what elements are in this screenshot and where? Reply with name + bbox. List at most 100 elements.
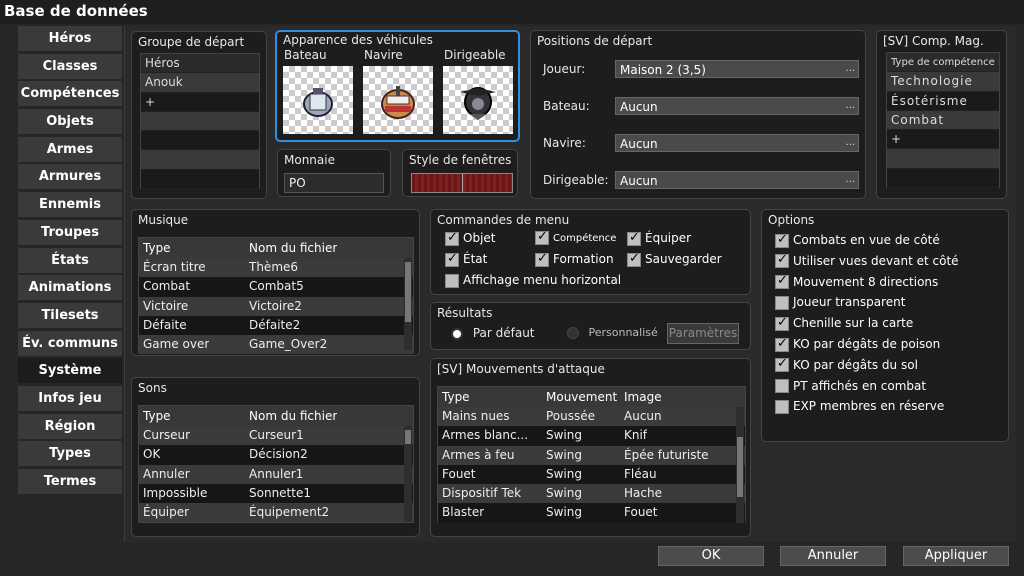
scrollbar-thumb[interactable] bbox=[405, 262, 411, 322]
table-row[interactable]: Défaite Défaite2 bbox=[139, 315, 413, 336]
option-checkbox[interactable]: Joueur transparent bbox=[775, 295, 905, 310]
scrollbar-thumb[interactable] bbox=[405, 430, 411, 444]
checkbox-checked-icon[interactable] bbox=[775, 273, 789, 290]
menu-command-option[interactable]: Sauvegarder bbox=[627, 251, 722, 267]
checkbox-checked-icon[interactable] bbox=[627, 251, 641, 267]
magic-skills-list[interactable]: Type de compétence Technologie Ésotérism… bbox=[886, 52, 1000, 189]
window-color-swatch[interactable] bbox=[411, 173, 513, 193]
checkbox-checked-icon[interactable] bbox=[535, 251, 549, 267]
party-empty-row[interactable] bbox=[141, 131, 259, 151]
party-empty-row[interactable] bbox=[141, 150, 259, 170]
skill-type-item[interactable]: Ésotérisme bbox=[887, 92, 999, 111]
checkbox-unchecked-icon[interactable] bbox=[445, 273, 459, 288]
table-row[interactable]: Fouet Swing Fléau bbox=[438, 464, 745, 485]
scrollbar[interactable] bbox=[404, 258, 412, 350]
table-row[interactable]: Annuler Annuler1 bbox=[139, 464, 413, 484]
party-empty-row[interactable] bbox=[141, 111, 259, 132]
starting-party-list[interactable]: Héros Anouk + bbox=[140, 53, 260, 190]
menu-command-option[interactable]: Équiper bbox=[627, 230, 691, 246]
checkbox-unchecked-icon[interactable] bbox=[775, 399, 789, 414]
start-position-dropdown[interactable]: Aucun... bbox=[615, 134, 859, 152]
skill-type-item[interactable]: Technologie bbox=[887, 72, 999, 92]
party-member[interactable]: Anouk bbox=[141, 73, 259, 93]
table-row[interactable]: Dispositif Tek Swing Hache bbox=[438, 484, 745, 504]
nav-item[interactable]: Termes bbox=[18, 469, 122, 494]
airship-image[interactable] bbox=[443, 66, 513, 134]
checkbox-checked-icon[interactable] bbox=[775, 356, 789, 373]
boat-image[interactable] bbox=[283, 66, 353, 134]
option-checkbox[interactable]: Combats en vue de côté bbox=[775, 232, 940, 248]
nav-item[interactable]: Tilesets bbox=[18, 302, 122, 328]
scrollbar[interactable] bbox=[736, 407, 744, 523]
nav-item[interactable]: Infos jeu bbox=[18, 385, 122, 411]
checkbox-checked-icon[interactable] bbox=[775, 315, 789, 331]
table-row[interactable]: Combat Combat5 bbox=[139, 277, 413, 297]
table-row[interactable]: Écran titre Thème6 bbox=[139, 258, 413, 278]
skill-type-item[interactable]: Combat bbox=[887, 110, 999, 131]
skill-type-add[interactable]: + bbox=[887, 130, 999, 150]
nav-item[interactable]: Év. communs bbox=[18, 330, 122, 356]
table-row[interactable]: Armes à feu Swing Épée futuriste bbox=[438, 445, 745, 465]
checkbox-checked-icon[interactable] bbox=[775, 232, 789, 248]
nav-item[interactable]: Classes bbox=[18, 53, 122, 79]
start-position-dropdown[interactable]: Maison 2 (3,5)... bbox=[615, 60, 859, 78]
checkbox-checked-icon[interactable] bbox=[627, 230, 641, 246]
result-custom-option[interactable]: Personnalisé bbox=[567, 326, 658, 339]
result-default-option[interactable]: Par défaut bbox=[451, 326, 535, 340]
skill-type-empty[interactable] bbox=[887, 149, 999, 169]
option-checkbox[interactable]: Chenille sur la carte bbox=[775, 315, 913, 331]
apply-button[interactable]: Appliquer bbox=[903, 546, 1009, 566]
table-row[interactable]: Mains nues Poussée Aucun bbox=[438, 407, 745, 427]
table-row[interactable]: Blaster Swing Fouet bbox=[438, 503, 745, 523]
option-checkbox[interactable]: PT affichés en combat bbox=[775, 379, 926, 394]
radio-unselected-icon[interactable] bbox=[567, 327, 579, 339]
option-checkbox[interactable]: Utiliser vues devant et côté bbox=[775, 252, 959, 269]
radio-selected-icon[interactable] bbox=[451, 327, 463, 340]
nav-item[interactable]: Animations bbox=[18, 275, 122, 301]
party-add[interactable]: + bbox=[141, 93, 259, 112]
params-button[interactable]: Paramètres bbox=[667, 323, 739, 344]
menu-command-option[interactable]: Affichage menu horizontal bbox=[445, 273, 621, 288]
scrollbar-thumb[interactable] bbox=[737, 437, 743, 497]
nav-item[interactable]: États bbox=[18, 247, 122, 273]
nav-item[interactable]: Région bbox=[18, 413, 122, 439]
table-row[interactable]: Équiper Équipement2 bbox=[139, 503, 413, 523]
attack-motions-table[interactable]: Type Mouvement Image Mains nues Poussée Aucun… bbox=[437, 386, 746, 523]
party-empty-row[interactable] bbox=[141, 170, 259, 190]
table-row[interactable]: OK Décision2 bbox=[139, 445, 413, 465]
menu-command-option[interactable]: État bbox=[445, 251, 487, 267]
checkbox-checked-icon[interactable] bbox=[445, 230, 459, 246]
option-checkbox[interactable]: KO par dégâts du sol bbox=[775, 356, 918, 373]
nav-item[interactable]: Objets bbox=[18, 109, 122, 135]
option-checkbox[interactable]: EXP membres en réserve bbox=[775, 399, 944, 414]
nav-item[interactable]: Compétences bbox=[18, 81, 122, 107]
checkbox-unchecked-icon[interactable] bbox=[775, 379, 789, 394]
nav-item[interactable]: Types bbox=[18, 441, 122, 467]
nav-item[interactable]: Armes bbox=[18, 136, 122, 162]
nav-item[interactable]: Troupes bbox=[18, 219, 122, 245]
option-checkbox[interactable]: KO par dégâts de poison bbox=[775, 336, 940, 352]
checkbox-checked-icon[interactable] bbox=[445, 251, 459, 267]
table-row[interactable]: Game over Game_Over2 bbox=[139, 335, 413, 355]
nav-item[interactable]: Héros bbox=[18, 26, 122, 51]
checkbox-checked-icon[interactable] bbox=[775, 252, 789, 269]
menu-command-option[interactable]: Objet bbox=[445, 230, 495, 246]
nav-item[interactable]: Armures bbox=[18, 164, 122, 190]
ok-button[interactable]: OK bbox=[658, 546, 764, 566]
skill-type-empty[interactable] bbox=[887, 169, 999, 189]
scrollbar[interactable] bbox=[404, 426, 412, 522]
start-position-dropdown[interactable]: Aucun... bbox=[615, 97, 859, 115]
table-row[interactable]: Armes blanc... Swing Knif bbox=[438, 426, 745, 446]
menu-command-option[interactable]: Compétence bbox=[535, 229, 616, 245]
sounds-table[interactable]: Type Nom du fichier Curseur Curseur1 OK Décis… bbox=[138, 405, 414, 523]
currency-field[interactable]: PO bbox=[284, 173, 384, 193]
checkbox-checked-icon[interactable] bbox=[535, 229, 549, 245]
music-table[interactable]: Type Nom du fichier Écran titre Thème6 Comba… bbox=[138, 237, 414, 355]
table-row[interactable]: Victoire Victoire2 bbox=[139, 296, 413, 316]
ship-image[interactable] bbox=[363, 66, 433, 134]
option-checkbox[interactable]: Mouvement 8 directions bbox=[775, 273, 938, 290]
menu-command-option[interactable]: Formation bbox=[535, 251, 614, 267]
nav-item[interactable]: Ennemis bbox=[18, 192, 122, 218]
checkbox-checked-icon[interactable] bbox=[775, 336, 789, 352]
table-row[interactable]: Curseur Curseur1 bbox=[139, 426, 413, 446]
